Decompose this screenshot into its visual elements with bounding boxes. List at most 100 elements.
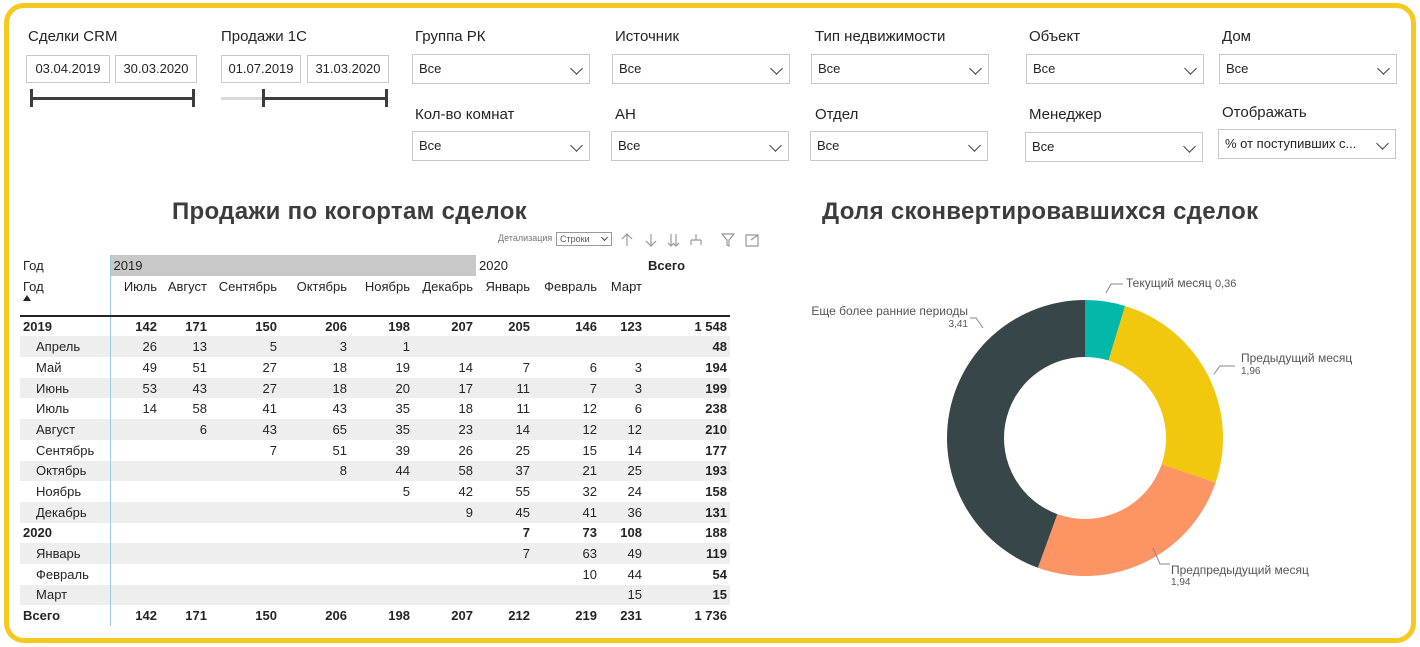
row-total-cell: 1 548	[645, 314, 730, 337]
table-row: Январь 7 63 49 119	[20, 543, 730, 564]
month-col-header[interactable]: Июль	[110, 276, 160, 316]
matrix-cell: 10	[582, 566, 597, 582]
row-total-cell: 188	[705, 525, 727, 541]
month-col-header[interactable]: Ноябрь	[350, 276, 413, 316]
filter-label-house: Дом	[1222, 28, 1251, 45]
row-label[interactable]: Декабрь	[20, 501, 111, 523]
matrix-cell: 142	[135, 608, 157, 624]
crm-range-end-handle[interactable]	[192, 89, 195, 107]
matrix-cell: 53	[110, 377, 160, 399]
manager-dropdown[interactable]: Все	[1025, 132, 1203, 162]
filter-label-object: Объект	[1029, 28, 1081, 45]
rooms-dropdown[interactable]: Все	[412, 131, 590, 161]
month-col-header[interactable]: Сентябрь	[210, 276, 280, 316]
row-total-cell: 1 736	[694, 608, 727, 624]
matrix-cell: 36	[600, 501, 645, 523]
row-header-year-sort[interactable]: Год	[20, 275, 111, 316]
column-group-2019: 2019	[110, 255, 476, 276]
month-col-header[interactable]: Март	[600, 276, 645, 316]
chevron-down-icon	[570, 62, 583, 75]
house-dropdown[interactable]: Все	[1219, 54, 1397, 84]
row-label[interactable]: 2020	[20, 522, 111, 544]
matrix-cell: 65	[280, 419, 350, 440]
matrix-cell	[533, 584, 600, 606]
matrix-cell: 39	[395, 442, 410, 458]
month-col-header[interactable]: Февраль	[533, 276, 600, 316]
sales-range-end-handle[interactable]	[385, 89, 388, 107]
matrix-cell	[413, 336, 476, 358]
matrix-cell: 7	[533, 377, 600, 399]
group-rk-dropdown[interactable]: Все	[412, 54, 590, 84]
row-label[interactable]: Сентябрь	[20, 439, 111, 461]
row-label[interactable]: Всего	[20, 605, 111, 626]
matrix-cell: 41	[262, 401, 277, 417]
matrix-cell: 43	[332, 401, 347, 417]
matrix-cell: 207	[413, 314, 476, 337]
matrix-cell: 3	[600, 377, 645, 399]
object-dropdown[interactable]: Все	[1026, 54, 1204, 84]
label-preprevious-month: Предпредыдущий месяц	[1171, 563, 1309, 577]
row-label[interactable]: Июнь	[20, 377, 111, 399]
table-row: Август 6 43 65 35 23 14 12 12 210	[20, 419, 730, 440]
drill-label: Детализация	[498, 233, 553, 243]
month-col-header[interactable]: Январь	[476, 276, 533, 316]
crm-from-input[interactable]: 03.04.2019	[26, 55, 110, 83]
crm-range-start-handle[interactable]	[30, 89, 33, 107]
focus-mode-icon[interactable]	[745, 234, 759, 247]
sales-to-input[interactable]: 31.03.2020	[307, 55, 389, 83]
matrix-cell	[210, 543, 280, 564]
row-total-cell: 15	[645, 584, 730, 606]
matrix-cell: 51	[332, 442, 347, 458]
month-col-header[interactable]: Декабрь	[413, 276, 476, 316]
row-label[interactable]: 2019	[20, 314, 111, 337]
crm-to-input[interactable]: 30.03.2020	[115, 55, 197, 83]
matrix-cell: 15	[600, 584, 645, 606]
matrix-cell: 14	[142, 401, 157, 417]
matrix-cell: 44	[350, 460, 413, 482]
row-label[interactable]: Июль	[20, 398, 111, 420]
table-row: Сентябрь 7 51 39 26 25 15 14 177	[20, 439, 730, 461]
sales-from-input[interactable]: 01.07.2019	[221, 55, 301, 83]
matrix-cell	[413, 523, 476, 544]
month-col-header[interactable]: Август	[160, 276, 210, 316]
matrix-cell: 206	[325, 608, 347, 624]
matrix-cell	[350, 584, 413, 606]
filter-icon[interactable]	[720, 233, 736, 247]
row-total-cell: 131	[645, 501, 730, 523]
agency-dropdown[interactable]: Все	[611, 131, 789, 161]
leader-line-earlier	[970, 317, 984, 329]
donut-slice-preprevious[interactable]	[1037, 464, 1216, 576]
sales-range-track	[221, 97, 263, 100]
row-total-cell: 210	[645, 419, 730, 440]
matrix-cell	[280, 501, 350, 523]
sales-range-start-handle[interactable]	[262, 89, 265, 107]
row-label[interactable]: Ноябрь	[20, 481, 111, 502]
row-label[interactable]: Август	[20, 419, 111, 440]
matrix-cell	[280, 564, 350, 585]
drill-select[interactable]: Строки	[556, 232, 612, 246]
dropdown-value: % от поступивших с...	[1225, 136, 1357, 151]
dropdown-value: Все	[1226, 61, 1249, 76]
matrix-cell: 41	[533, 501, 600, 523]
row-label[interactable]: Май	[20, 357, 111, 378]
month-col-header[interactable]: Октябрь	[280, 276, 350, 316]
matrix-cell: 43	[210, 419, 280, 440]
source-dropdown[interactable]: Все	[612, 54, 790, 84]
row-label[interactable]: Март	[20, 584, 111, 606]
display-mode-dropdown[interactable]: % от поступивших с...	[1218, 129, 1396, 159]
row-label[interactable]: Октябрь	[20, 460, 111, 482]
donut-slice-previous[interactable]	[1108, 305, 1223, 483]
row-label[interactable]: Февраль	[20, 563, 111, 585]
expand-all-down-icon[interactable]	[667, 234, 680, 247]
expand-hierarchy-icon[interactable]	[690, 234, 702, 245]
row-label[interactable]: Апрель	[20, 336, 111, 358]
department-dropdown[interactable]: Все	[810, 131, 988, 161]
visual-toolbar-icons	[621, 233, 759, 247]
row-label[interactable]: Январь	[20, 543, 111, 564]
drill-down-icon[interactable]	[645, 234, 657, 247]
property-type-dropdown[interactable]: Все	[811, 54, 989, 84]
table-year-row: 2019 142 171 150 206 198 207 205 146 123 1 548	[20, 314, 730, 337]
drill-up-icon[interactable]	[621, 233, 633, 246]
matrix-cell: 146	[533, 314, 600, 337]
matrix-cell: 14	[458, 359, 473, 375]
